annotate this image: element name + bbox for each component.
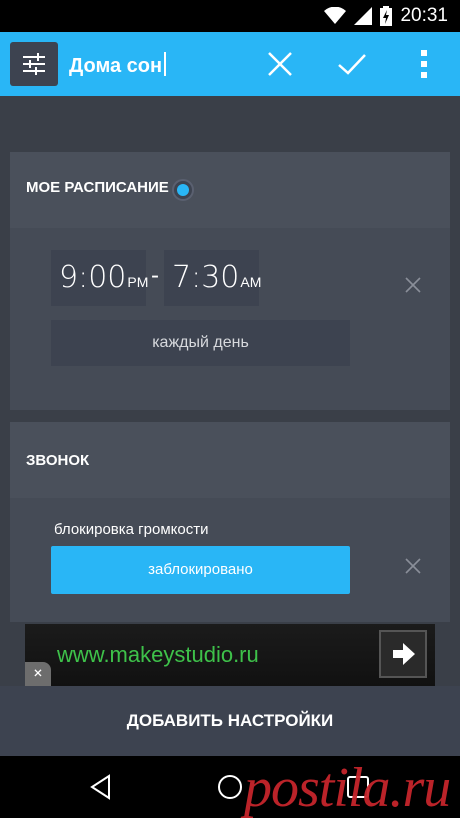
signal-icon bbox=[354, 7, 373, 25]
battery-charging-icon bbox=[380, 6, 393, 26]
schedule-radio[interactable] bbox=[172, 179, 194, 201]
more-vertical-icon[interactable] bbox=[406, 46, 442, 82]
arrow-right-icon bbox=[393, 643, 415, 665]
end-time: 7:30 bbox=[172, 260, 240, 295]
back-icon[interactable] bbox=[86, 772, 116, 802]
add-settings-button[interactable]: ДОБАВИТЬ НАСТРОЙКИ bbox=[0, 686, 460, 756]
status-time: 20:31 bbox=[400, 5, 448, 26]
start-time-button[interactable]: 9:00PM bbox=[51, 250, 149, 306]
ad-banner[interactable]: www.makeystudio.ru × bbox=[25, 624, 435, 686]
settings-content[interactable]: МОЕ РАСПИСАНИЕ 9:00PM - 7:30AM каждый де… bbox=[0, 96, 460, 686]
ad-arrow-button[interactable] bbox=[379, 630, 427, 678]
status-bar: 20:31 bbox=[0, 0, 460, 32]
watermark: postila.ru bbox=[244, 757, 451, 818]
schedule-radio-dot bbox=[177, 184, 189, 196]
text-cursor bbox=[164, 52, 167, 76]
wifi-icon bbox=[324, 7, 347, 24]
profile-name-input[interactable]: Дома сон bbox=[69, 52, 167, 78]
remove-schedule-icon[interactable] bbox=[403, 275, 423, 295]
ad-close-button[interactable]: × bbox=[25, 662, 51, 686]
close-icon[interactable] bbox=[262, 46, 298, 82]
ringer-card-header: ЗВОНОК bbox=[10, 422, 450, 498]
bottom-bar: ДОБАВИТЬ НАСТРОЙКИ bbox=[0, 686, 460, 756]
checkmark-icon[interactable] bbox=[334, 46, 370, 82]
remove-ringer-icon[interactable] bbox=[403, 556, 423, 576]
end-time-button[interactable]: 7:30AM bbox=[164, 250, 262, 306]
start-time: 9:00 bbox=[59, 260, 127, 295]
schedule-card-header: МОЕ РАСПИСАНИЕ bbox=[10, 152, 450, 228]
repeat-days-button[interactable]: каждый день bbox=[51, 320, 350, 366]
status-icons: 20:31 bbox=[324, 0, 448, 32]
profile-name-text: Дома сон bbox=[69, 55, 163, 77]
start-ampm: PM bbox=[127, 274, 149, 290]
time-separator: - bbox=[151, 262, 159, 289]
home-icon[interactable] bbox=[215, 772, 245, 802]
schedule-title: МОЕ РАСПИСАНИЕ bbox=[26, 179, 169, 196]
ringer-title: ЗВОНОК bbox=[26, 452, 90, 469]
profile-settings-button[interactable] bbox=[10, 42, 58, 86]
sliders-icon bbox=[23, 53, 45, 75]
volume-lock-button[interactable]: заблокировано bbox=[51, 546, 350, 594]
schedule-card: МОЕ РАСПИСАНИЕ 9:00PM - 7:30AM каждый де… bbox=[10, 152, 450, 410]
volume-lock-label: блокировка громкости bbox=[54, 521, 209, 538]
ringer-card: ЗВОНОК блокировка громкости заблокирован… bbox=[10, 422, 450, 622]
action-bar: Дома сон bbox=[0, 32, 460, 96]
end-ampm: AM bbox=[240, 274, 262, 290]
ad-text: www.makeystudio.ru bbox=[57, 642, 259, 667]
